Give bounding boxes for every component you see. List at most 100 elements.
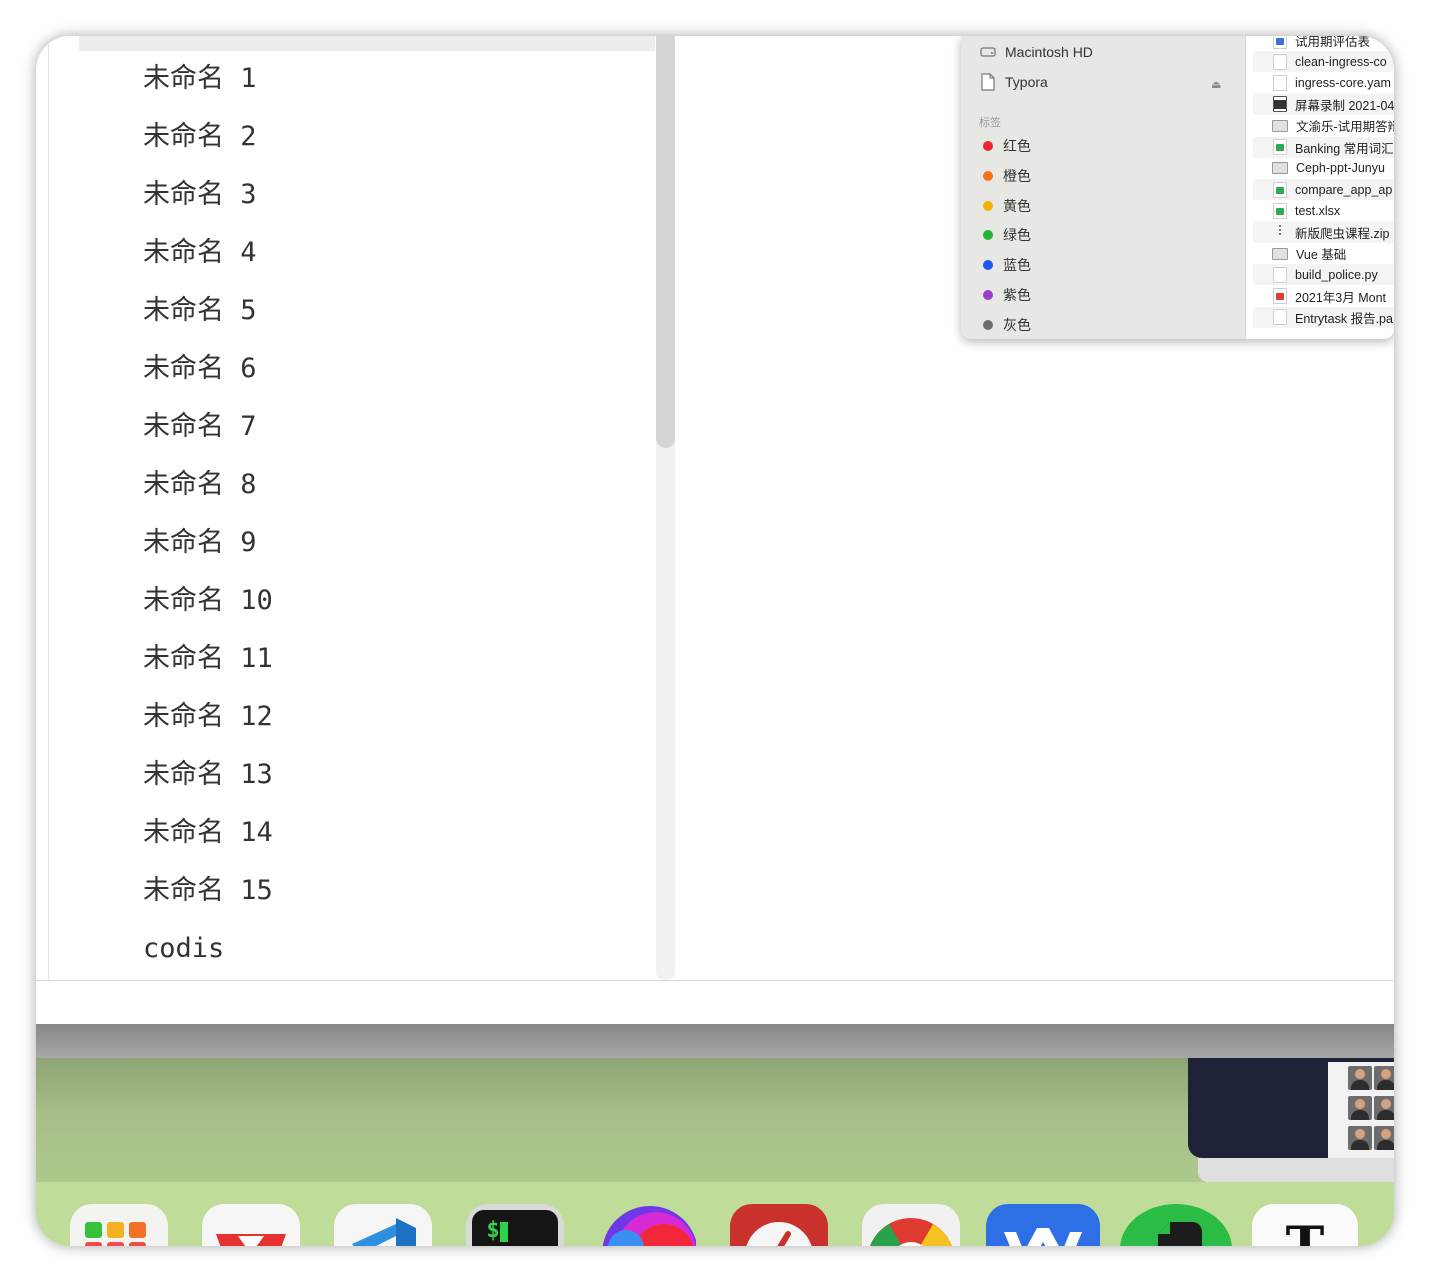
- file-list-item[interactable]: 未命名 2: [143, 118, 273, 176]
- sidebar-item-label: Typora: [1005, 74, 1048, 90]
- sidebar-item-label: Macintosh HD: [1005, 44, 1093, 60]
- file-list-item[interactable]: 未命名 5: [143, 292, 273, 350]
- file-list-item[interactable]: 未命名 9: [143, 524, 273, 582]
- finder-file-row[interactable]: 试用期评估表: [1253, 36, 1394, 51]
- file-list-item[interactable]: 未命名 14: [143, 814, 273, 872]
- tag-label: 灰色: [1003, 316, 1031, 333]
- participant-avatar: [1374, 1126, 1394, 1150]
- doc-file-icon: [1273, 36, 1287, 49]
- finder-file-row[interactable]: 2021年3月 Mont: [1253, 286, 1394, 307]
- dock-vscode-icon[interactable]: [334, 1204, 432, 1246]
- file-list-item[interactable]: 未命名 12: [143, 698, 273, 756]
- finder-file-row[interactable]: compare_app_ap: [1253, 179, 1394, 201]
- file-name: Banking 常用词汇: [1295, 141, 1394, 156]
- plain-file-icon: [1273, 75, 1287, 92]
- tag-item[interactable]: 紫色: [979, 283, 1031, 307]
- finder-file-row[interactable]: Vue 基础: [1253, 243, 1394, 264]
- file-name: ingress-core.yam: [1295, 76, 1391, 91]
- pdf-file-icon: [1273, 288, 1287, 305]
- file-list-item[interactable]: 未命名 13: [143, 756, 273, 814]
- laptop-base: [1198, 1158, 1394, 1182]
- tag-item[interactable]: 黄色: [979, 194, 1031, 218]
- dock-todo-icon[interactable]: [730, 1204, 828, 1246]
- file-list-item[interactable]: 未命名 10: [143, 582, 273, 640]
- tag-item[interactable]: 红色: [979, 134, 1031, 158]
- dock: $: [36, 1182, 1394, 1246]
- finder-file-row[interactable]: Entrytask 报告.pa: [1253, 306, 1394, 328]
- tag-label: 紫色: [1003, 287, 1031, 303]
- dock-launchpad-icon[interactable]: [70, 1204, 168, 1246]
- dock-firefox-icon[interactable]: [598, 1204, 696, 1246]
- file-list-item[interactable]: 未命名 4: [143, 234, 273, 292]
- participant-avatar: [1348, 1096, 1372, 1120]
- dock-evernote-icon[interactable]: [1120, 1204, 1232, 1246]
- file-list-item[interactable]: 未命名 1: [143, 60, 273, 118]
- file-list-header: [79, 36, 655, 51]
- tag-item[interactable]: 橙色: [979, 164, 1031, 188]
- file-name: compare_app_ap: [1295, 182, 1393, 197]
- file-name: test.xlsx: [1295, 203, 1341, 218]
- dock-typora-icon[interactable]: T: [1252, 1204, 1358, 1246]
- typora-bottom-bar: [36, 980, 1394, 1025]
- zip-file-icon: [1273, 224, 1287, 240]
- video-call-thumbnails[interactable]: [1328, 1062, 1394, 1158]
- document-icon: [979, 73, 997, 91]
- file-list-item[interactable]: 未命名 6: [143, 350, 273, 408]
- typora-file-list-pane: 未命名 1 未命名 2 未命名 3 未命名 4 未命名 5 未命名 6 未命名 7 未命名 8…: [48, 36, 657, 980]
- participant-avatar: [1374, 1096, 1394, 1120]
- finder-file-row[interactable]: build_police.py: [1253, 264, 1394, 286]
- tag-item[interactable]: 蓝色: [979, 253, 1031, 277]
- file-name: 新版爬虫课程.zip: [1295, 226, 1390, 241]
- dock-chrome-icon[interactable]: [862, 1204, 960, 1246]
- tag-color-dot-icon: [983, 170, 993, 181]
- finder-file-row[interactable]: test.xlsx: [1253, 200, 1394, 221]
- xls-file-icon: [1273, 202, 1287, 219]
- file-name: Ceph-ppt-Junyu: [1296, 161, 1385, 176]
- finder-window: Macintosh HD Typora ⏏ 标签 红色 橙色 黄色 绿色 蓝色 紫色 灰色 …: [961, 36, 1394, 339]
- finder-file-row[interactable]: 屏幕录制 2021-04: [1253, 93, 1394, 115]
- tag-color-dot-icon: [983, 319, 993, 330]
- finder-sidebar: Macintosh HD Typora ⏏ 标签 红色 橙色 黄色 绿色 蓝色 紫色 灰色: [961, 36, 1246, 339]
- dock-wps-icon[interactable]: [202, 1204, 300, 1246]
- file-list: 未命名 1 未命名 2 未命名 3 未命名 4 未命名 5 未命名 6 未命名 7 未命名 8…: [143, 60, 273, 988]
- tag-color-dot-icon: [983, 141, 993, 151]
- tag-label: 蓝色: [1003, 257, 1031, 274]
- plain-file-icon: [1273, 266, 1287, 283]
- finder-file-row[interactable]: 文渝乐-试用期答辩: [1253, 115, 1394, 136]
- vid-file-icon: [1273, 96, 1287, 113]
- finder-file-row[interactable]: ingress-core.yam: [1253, 73, 1394, 94]
- finder-file-row[interactable]: clean-ingress-co: [1253, 51, 1394, 73]
- file-list-item[interactable]: 未命名 11: [143, 640, 273, 698]
- dock-word-icon[interactable]: [986, 1204, 1100, 1246]
- file-list-item[interactable]: 未命名 15: [143, 872, 273, 930]
- eject-icon[interactable]: ⏏: [1211, 78, 1221, 91]
- finder-file-row[interactable]: 新版爬虫课程.zip: [1253, 221, 1394, 243]
- tag-label: 红色: [1003, 138, 1031, 154]
- file-name: 屏幕录制 2021-04: [1295, 98, 1394, 113]
- plain-file-icon: [1273, 309, 1287, 326]
- sidebar-item-typora[interactable]: Typora: [979, 70, 1048, 94]
- dock-terminal-icon[interactable]: $: [466, 1204, 564, 1246]
- typora-logo: T: [1252, 1216, 1358, 1246]
- file-name: Vue 基础: [1296, 248, 1347, 262]
- finder-file-row[interactable]: Banking 常用词汇: [1253, 136, 1394, 158]
- xls-file-icon: [1273, 181, 1287, 198]
- tag-color-dot-icon: [983, 230, 993, 241]
- scrollbar-thumb[interactable]: [656, 36, 675, 448]
- sidebar-item-macintosh-hd[interactable]: Macintosh HD: [979, 40, 1093, 64]
- file-list-item[interactable]: 未命名 7: [143, 408, 273, 466]
- file-name: clean-ingress-co: [1295, 54, 1387, 69]
- finder-file-row[interactable]: Ceph-ppt-Junyu: [1253, 158, 1394, 179]
- tag-color-dot-icon: [983, 290, 993, 300]
- tag-label: 绿色: [1003, 227, 1031, 244]
- file-list-item[interactable]: 未命名 8: [143, 466, 273, 524]
- tag-item[interactable]: 灰色: [979, 313, 1031, 337]
- file-list-item[interactable]: 未命名 3: [143, 176, 273, 234]
- file-name: 试用期评估表: [1295, 36, 1371, 49]
- file-name: Entrytask 报告.pa: [1295, 311, 1393, 326]
- tag-item[interactable]: 绿色: [979, 223, 1031, 247]
- file-name: build_police.py: [1295, 267, 1378, 282]
- file-name: 2021年3月 Mont: [1295, 290, 1387, 305]
- folder-file-icon: [1272, 162, 1288, 175]
- window-shadow: [36, 1024, 1394, 1058]
